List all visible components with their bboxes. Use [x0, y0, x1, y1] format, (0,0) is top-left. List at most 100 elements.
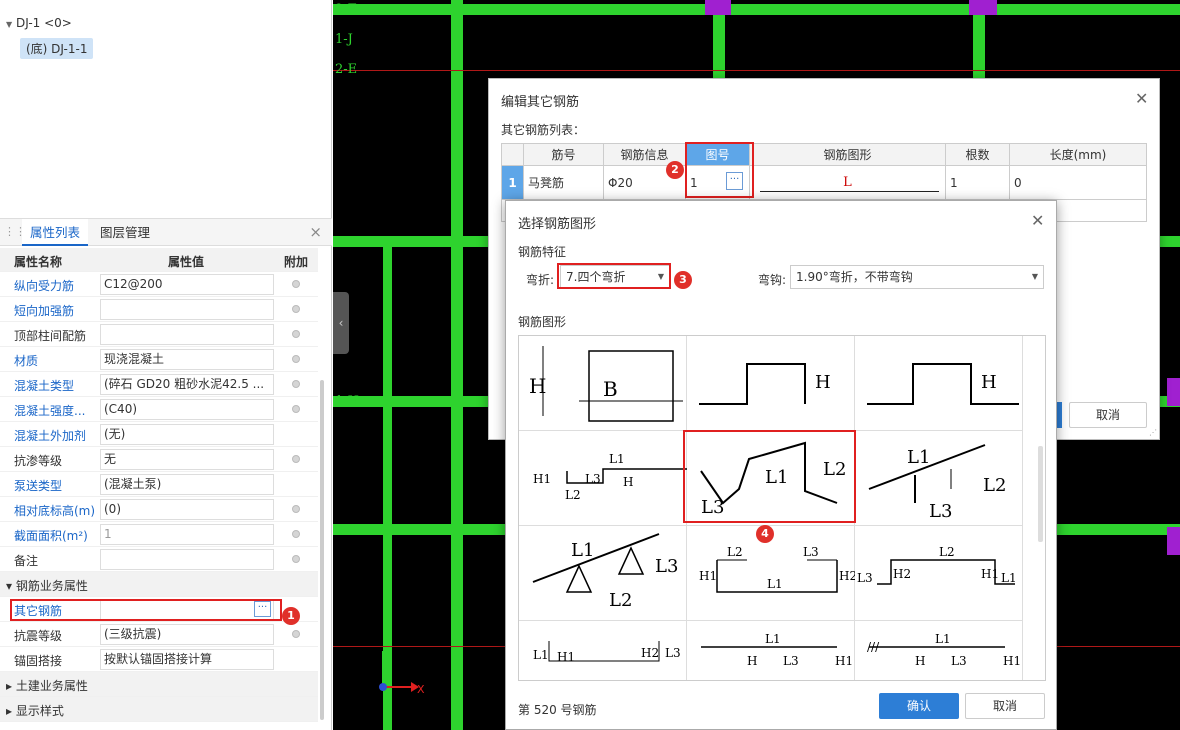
attach-checkbox[interactable]: [292, 280, 300, 288]
property-value[interactable]: 现浇混凝土: [100, 349, 274, 370]
property-value[interactable]: 1: [100, 524, 274, 545]
property-value[interactable]: (碎石 GD20 粗砂水泥42.5 ...: [100, 374, 274, 395]
group-rebar[interactable]: ▾ 钢筋业务属性: [0, 572, 318, 597]
property-value[interactable]: [100, 299, 274, 320]
tree-node-child[interactable]: (底) DJ-1-1: [20, 38, 94, 59]
property-row[interactable]: 混凝土类型 (碎石 GD20 粗砂水泥42.5 ...: [0, 372, 318, 397]
attach-checkbox[interactable]: [292, 455, 300, 463]
property-row[interactable]: 抗震等级 (三级抗震): [0, 622, 318, 647]
highlight-figure-cell: [685, 142, 754, 198]
expand-icon: ▸ 显示样式: [6, 704, 64, 718]
close-icon[interactable]: ✕: [1031, 211, 1044, 230]
col-index: [501, 143, 524, 166]
cancel-button[interactable]: 取消: [965, 693, 1045, 719]
property-row[interactable]: 备注: [0, 547, 318, 572]
property-value[interactable]: 按默认锚固搭接计算: [100, 649, 274, 670]
cell-length[interactable]: 0: [1009, 165, 1147, 200]
svg-text:L2: L2: [727, 545, 743, 559]
property-row[interactable]: 锚固搭接 按默认锚固搭接计算: [0, 647, 318, 672]
shape-option[interactable]: L3 H2 L2 H1 L1: [855, 526, 1023, 621]
property-row[interactable]: 相对底标高(m) (0): [0, 497, 318, 522]
shape-step-icon: L1 H L3 H1: [701, 632, 853, 668]
attach-checkbox[interactable]: [292, 505, 300, 513]
cancel-button[interactable]: 取消: [1069, 402, 1147, 428]
shape-step-icon: L1 H1 H2 L3: [533, 641, 681, 664]
hook-select[interactable]: 1.90°弯折，不带弯钩 ▼: [790, 265, 1044, 289]
col-header: 长度(mm): [1009, 143, 1147, 166]
header-value: 属性值: [168, 255, 205, 269]
property-row[interactable]: 抗渗等级 无: [0, 447, 318, 472]
attach-checkbox[interactable]: [292, 405, 300, 413]
attach-checkbox[interactable]: [292, 530, 300, 538]
shape-step-icon: H1 L1 L3 H L2: [533, 452, 687, 502]
axis-line: [333, 70, 1180, 71]
resize-grip-icon[interactable]: ⋰: [1149, 428, 1157, 437]
property-row[interactable]: 纵向受力筋 C12@200: [0, 272, 318, 297]
attach-checkbox[interactable]: [292, 305, 300, 313]
close-icon[interactable]: ×: [309, 223, 322, 241]
property-value[interactable]: (无): [100, 424, 274, 445]
table-row[interactable]: 1 马凳筋 Φ20 1 ··· L 1 0: [501, 165, 1147, 200]
property-value[interactable]: (C40): [100, 399, 274, 420]
property-row[interactable]: 混凝土外加剂 (无): [0, 422, 318, 447]
badge-1: 1: [282, 607, 300, 625]
svg-text:L1: L1: [765, 632, 781, 646]
property-value[interactable]: [100, 324, 274, 345]
shape-option[interactable]: L1 H L3 H1: [687, 621, 855, 680]
property-row[interactable]: 截面面积(m²) 1: [0, 522, 318, 547]
cell-name[interactable]: 马凳筋: [523, 165, 604, 200]
property-name: 抗渗等级: [14, 454, 63, 468]
svg-text:H1: H1: [557, 650, 575, 664]
shape-option[interactable]: H1 L1 L3 H L2: [519, 431, 687, 526]
property-name: 备注: [14, 554, 39, 568]
tab-properties[interactable]: 属性列表: [22, 219, 89, 246]
component-tree: ▼ DJ-1 <0> (底) DJ-1-1: [0, 0, 332, 212]
shape-option[interactable]: H: [855, 336, 1023, 431]
axis-label: 2-C: [335, 524, 358, 539]
highlight-bend-select: [557, 263, 671, 289]
attach-checkbox[interactable]: [292, 555, 300, 563]
collapse-handle[interactable]: ‹: [333, 292, 349, 354]
close-icon[interactable]: ✕: [1135, 89, 1148, 108]
property-value[interactable]: 无: [100, 449, 274, 470]
property-value[interactable]: [100, 549, 274, 570]
svg-text:H2: H2: [839, 569, 855, 583]
svg-text:L3: L3: [585, 472, 601, 486]
svg-text:L3: L3: [929, 501, 952, 522]
shape-option[interactable]: HB: [519, 336, 687, 431]
cell-shape[interactable]: L: [749, 165, 946, 200]
attach-checkbox[interactable]: [292, 355, 300, 363]
property-row[interactable]: 顶部柱间配筋: [0, 322, 318, 347]
scrollbar[interactable]: [320, 380, 324, 720]
dialog-title: 选择钢筋图形: [518, 217, 597, 232]
attach-checkbox[interactable]: [292, 380, 300, 388]
shape-option[interactable]: H: [687, 336, 855, 431]
property-value[interactable]: C12@200: [100, 274, 274, 295]
shape-option[interactable]: L1 H1 H2 L3: [519, 621, 687, 680]
confirm-button[interactable]: 确认: [879, 693, 959, 719]
shape-hat-icon: H: [699, 363, 831, 405]
attach-checkbox[interactable]: [292, 630, 300, 638]
group-display[interactable]: ▸ 显示样式: [0, 697, 318, 722]
shape-step-icon: /// L1 H L3 H1: [867, 632, 1021, 668]
property-value[interactable]: (混凝土泵): [100, 474, 274, 495]
scrollbar[interactable]: [1038, 446, 1043, 542]
cell-count[interactable]: 1: [945, 165, 1010, 200]
shape-option[interactable]: L1 L2 L3: [855, 431, 1023, 526]
property-row[interactable]: 泵送类型 (混凝土泵): [0, 472, 318, 497]
tree-node-root[interactable]: ▼ DJ-1 <0>: [6, 16, 72, 30]
shape-option[interactable]: /// L1 H L3 H1: [855, 621, 1023, 680]
col-header: 根数: [945, 143, 1010, 166]
group-civil[interactable]: ▸ 土建业务属性: [0, 672, 318, 697]
property-row[interactable]: 混凝土强度... (C40): [0, 397, 318, 422]
property-value[interactable]: (三级抗震): [100, 624, 274, 645]
property-value[interactable]: (0): [100, 499, 274, 520]
shape-option[interactable]: L1 L3 L2: [519, 526, 687, 621]
property-row[interactable]: 短向加强筋: [0, 297, 318, 322]
property-row[interactable]: 材质 现浇混凝土: [0, 347, 318, 372]
svg-text:B: B: [603, 377, 618, 401]
svg-text:H: H: [981, 372, 997, 393]
tab-layers[interactable]: 图层管理: [92, 219, 158, 246]
shape-box-icon: HB: [529, 346, 683, 422]
attach-checkbox[interactable]: [292, 330, 300, 338]
